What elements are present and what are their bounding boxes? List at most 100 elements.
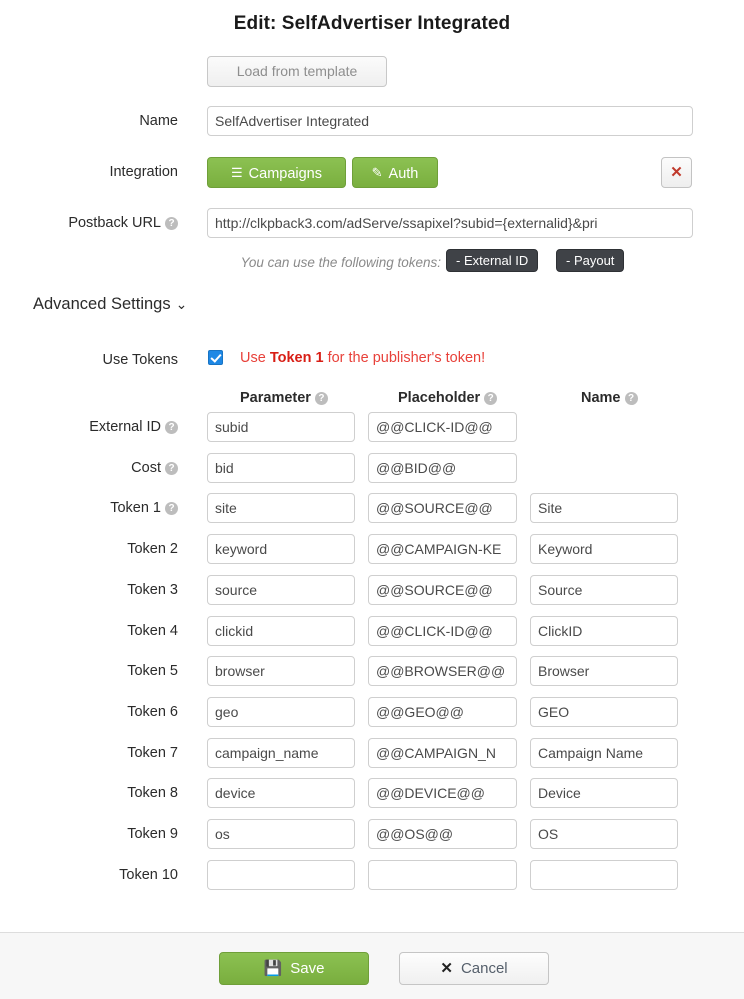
help-icon[interactable]: ? (624, 392, 638, 405)
token-placeholder-input[interactable]: @@BID@@ (368, 453, 517, 483)
token-row-label: Token 5 (127, 663, 178, 679)
column-header-placeholder: Placeholder? (398, 390, 498, 406)
token-row: Cost? bid @@BID@@ (0, 453, 744, 483)
integration-row: Integration ☰ Campaigns ✎ Auth (0, 157, 744, 188)
token-name-input[interactable]: GEO (530, 697, 678, 727)
token-placeholder-input[interactable]: @@SOURCE@@ (368, 575, 517, 605)
token-name-input[interactable]: Browser (530, 656, 678, 686)
token-placeholder-input[interactable]: @@CLICK-ID@@ (368, 616, 517, 646)
advanced-settings-toggle[interactable]: Advanced Settings ⌄ (33, 295, 187, 314)
integration-label: Integration (109, 164, 178, 180)
token-row: Token 6 geo @@GEO@@ GEO (0, 697, 744, 727)
token-parameter-input[interactable]: geo (207, 697, 355, 727)
close-icon: ✕ (670, 164, 683, 181)
token-parameter-input[interactable]: source (207, 575, 355, 605)
name-label: Name (139, 113, 178, 129)
token-placeholder-input[interactable]: @@BROWSER@@ (368, 656, 517, 686)
token-row-label: Token 8 (127, 785, 178, 801)
token-chip-external-id[interactable]: - External ID (446, 249, 539, 272)
auth-button[interactable]: ✎ Auth (352, 157, 438, 188)
cancel-button-label: Cancel (460, 960, 508, 977)
token-parameter-input[interactable]: clickid (207, 616, 355, 646)
name-row: Name SelfAdvertiser Integrated (0, 106, 744, 136)
token-row-label: Token 4 (127, 623, 178, 639)
token-row: Token 8 device @@DEVICE@@ Device (0, 778, 744, 808)
help-icon[interactable]: ? (314, 392, 328, 405)
token-name-input[interactable]: Keyword (530, 534, 678, 564)
edit-integration-form: Edit: SelfAdvertiser Integrated Load fro… (0, 0, 744, 999)
token-row-label: Token 3 (127, 582, 178, 598)
token-placeholder-input[interactable]: @@OS@@ (368, 819, 517, 849)
token-name-input[interactable]: Source (530, 575, 678, 605)
auth-button-label: Auth (388, 166, 419, 182)
token-name-input[interactable] (530, 860, 678, 890)
use-tokens-checkbox[interactable] (208, 350, 223, 365)
token-row: Token 3 source @@SOURCE@@ Source (0, 575, 744, 605)
token-row-label: Cost? (0, 453, 178, 483)
token-row: Token 10 (0, 860, 744, 890)
token-name-input[interactable]: ClickID (530, 616, 678, 646)
token-placeholder-input[interactable]: @@GEO@@ (368, 697, 517, 727)
delete-integration-button[interactable]: ✕ (661, 157, 692, 188)
token-placeholder-input[interactable]: @@CAMPAIGN-KE (368, 534, 517, 564)
page-title: Edit: SelfAdvertiser Integrated (233, 13, 511, 34)
token-row-label: Token 2 (127, 541, 178, 557)
help-icon[interactable]: ? (484, 392, 498, 405)
token-placeholder-input[interactable]: @@CAMPAIGN_N (368, 738, 517, 768)
token-parameter-input[interactable]: subid (207, 412, 355, 442)
token-row: Token 1? site @@SOURCE@@ Site (0, 493, 744, 523)
help-icon[interactable]: ? (165, 217, 178, 230)
token-row: Token 5 browser @@BROWSER@@ Browser (0, 656, 744, 686)
column-header-parameter: Parameter? (240, 390, 328, 406)
column-header-name: Name? (581, 390, 638, 406)
token-parameter-input[interactable]: bid (207, 453, 355, 483)
load-from-template-button[interactable]: Load from template (207, 56, 387, 87)
token-name-input[interactable]: Device (530, 778, 678, 808)
save-button[interactable]: 💾 Save (219, 952, 369, 985)
use-tokens-message: Use Token 1 for the publisher's token! (240, 350, 486, 366)
token-parameter-input[interactable]: browser (207, 656, 355, 686)
token-parameter-input[interactable] (207, 860, 355, 890)
use-tokens-label: Use Tokens (102, 352, 179, 368)
name-input[interactable]: SelfAdvertiser Integrated (207, 106, 693, 136)
chevron-down-icon: ⌄ (175, 296, 188, 312)
token-name-input[interactable]: Site (530, 493, 678, 523)
campaigns-button-label: Campaigns (248, 166, 322, 182)
advanced-settings-label: Advanced Settings (33, 295, 171, 313)
token-row-label: Token 9 (127, 826, 178, 842)
postback-url-label: Postback URL? (0, 208, 178, 238)
token-name-input[interactable]: OS (530, 819, 678, 849)
token-row: Token 4 clickid @@CLICK-ID@@ ClickID (0, 616, 744, 646)
token-parameter-input[interactable]: site (207, 493, 355, 523)
help-icon[interactable]: ? (165, 421, 178, 434)
form-footer: 💾 Save ✕ Cancel (0, 932, 744, 999)
cancel-button[interactable]: ✕ Cancel (399, 952, 549, 985)
token-parameter-input[interactable]: campaign_name (207, 738, 355, 768)
token-parameter-input[interactable]: device (207, 778, 355, 808)
campaigns-button[interactable]: ☰ Campaigns (207, 157, 346, 188)
tokens-hint-text: You can use the following tokens: (240, 255, 441, 270)
token-placeholder-input[interactable]: @@CLICK-ID@@ (368, 412, 517, 442)
pencil-icon: ✎ (371, 165, 383, 180)
token-row-label: Token 10 (119, 867, 178, 883)
help-icon[interactable]: ? (165, 462, 178, 475)
token-placeholder-input[interactable]: @@SOURCE@@ (368, 493, 517, 523)
list-icon: ☰ (231, 165, 243, 180)
close-icon: ✕ (440, 960, 453, 977)
token-placeholder-input[interactable] (368, 860, 517, 890)
token-row: Token 7 campaign_name @@CAMPAIGN_N Campaign… (0, 738, 744, 768)
help-icon[interactable]: ? (165, 502, 178, 515)
token-row: Token 2 keyword @@CAMPAIGN-KE Keyword (0, 534, 744, 564)
token-chip-payout[interactable]: - Payout (556, 249, 625, 272)
token-row-label: Token 6 (127, 704, 178, 720)
token-name-input[interactable]: Campaign Name (530, 738, 678, 768)
token-row: Token 9 os @@OS@@ OS (0, 819, 744, 849)
postback-url-input[interactable]: http://clkpback3.com/adServe/ssapixel?su… (207, 208, 693, 238)
save-icon: 💾 (263, 960, 283, 977)
token-parameter-input[interactable]: keyword (207, 534, 355, 564)
token-parameter-input[interactable]: os (207, 819, 355, 849)
token-row: External ID? subid @@CLICK-ID@@ (0, 412, 744, 442)
token-placeholder-input[interactable]: @@DEVICE@@ (368, 778, 517, 808)
postback-url-row: Postback URL? http://clkpback3.com/adSer… (0, 208, 744, 238)
tokens-hint-row: You can use the following tokens: (0, 252, 744, 274)
